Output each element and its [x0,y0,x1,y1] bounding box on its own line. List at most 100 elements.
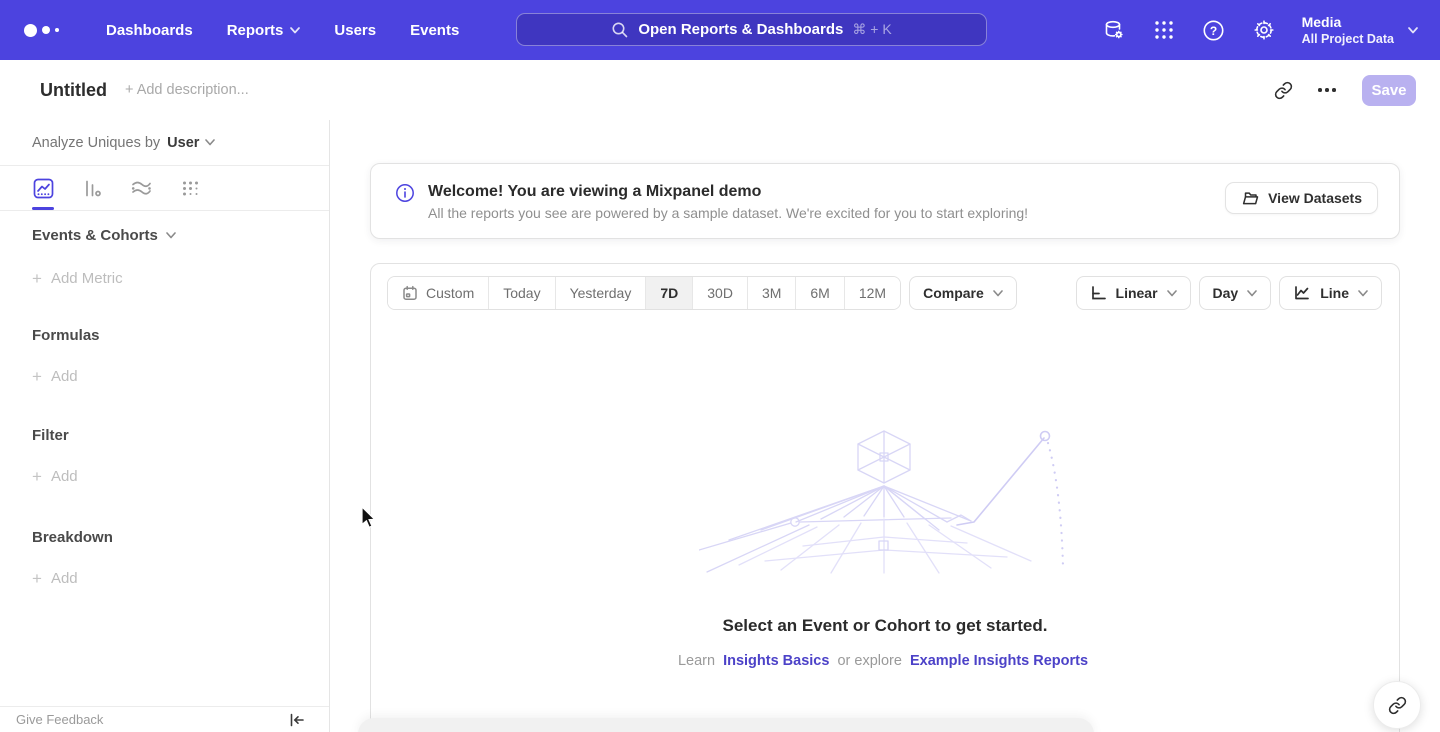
events-cohorts-label: Events & Cohorts [32,227,158,244]
range-6m-label: 6M [810,285,829,301]
line-chart-icon [1293,285,1311,301]
bottom-panel-peek [358,718,1094,732]
ellipsis-icon [1318,88,1336,92]
mixpanel-logo-icon[interactable] [24,24,59,37]
search-placeholder: Open Reports & Dashboards [638,21,843,38]
plus-icon: + [32,368,42,385]
chevron-down-icon [1408,27,1418,34]
project-name: Media [1302,14,1394,31]
calendar-icon [402,285,418,301]
learn-text: Learn [678,653,715,669]
compare-button[interactable]: Compare [909,276,1017,310]
section-breakdown: Breakdown + Add [0,529,329,587]
data-management-icon[interactable] [1102,18,1126,42]
range-12m-label: 12M [859,285,886,301]
report-title[interactable]: Untitled [40,80,107,101]
tab-retention[interactable] [179,166,201,210]
range-3m[interactable]: 3M [748,277,796,309]
more-options-button[interactable] [1310,73,1344,107]
empty-state-illustration [699,424,1071,576]
granularity-button[interactable]: Day [1199,276,1272,310]
save-button[interactable]: Save [1362,75,1416,106]
range-30d-label: 30D [707,285,733,301]
analyze-label: Analyze Uniques by [32,135,160,151]
range-30d[interactable]: 30D [693,277,748,309]
folder-icon [1241,189,1259,207]
apps-grid-icon[interactable] [1152,18,1176,42]
tab-insights[interactable] [32,166,54,210]
nav-users[interactable]: Users [321,14,389,47]
search-icon [611,21,629,39]
report-type-tabs [0,166,329,211]
mixpanel-insights-page: Dashboards Reports Users Events Open Rep… [0,0,1440,732]
banner-subtitle: All the reports you see are powered by a… [428,205,1028,221]
scale-button[interactable]: Linear [1076,276,1191,310]
project-subtitle: All Project Data [1302,31,1394,47]
top-nav: Dashboards Reports Users Events Open Rep… [0,0,1440,60]
nav-reports[interactable]: Reports [214,14,314,47]
add-metric-label: Add Metric [51,270,123,287]
add-formula-button[interactable]: + Add [32,368,329,385]
share-link-floating-button[interactable] [1373,681,1421,729]
sidebar-footer: Give Feedback [0,706,329,732]
info-icon [395,183,415,203]
analyze-value: User [167,135,199,151]
report-main: Welcome! You are viewing a Mixpanel demo… [330,120,1440,732]
nav-users-label: Users [334,22,376,39]
nav-events[interactable]: Events [397,14,472,47]
help-icon[interactable]: ? [1202,18,1226,42]
example-insights-reports-link[interactable]: Example Insights Reports [910,653,1088,669]
copy-link-button[interactable] [1266,73,1300,107]
filter-label: Filter [32,427,69,444]
or-explore-text: or explore [837,653,901,669]
banner-title: Welcome! You are viewing a Mixpanel demo [428,181,1028,202]
plus-icon: + [32,270,42,287]
tab-flows[interactable] [130,166,152,210]
insights-chart-icon [33,178,54,199]
empty-state-links: Learn Insights Basics or explore Example… [371,653,1399,669]
insights-basics-link[interactable]: Insights Basics [723,653,829,669]
axis-linear-icon [1090,285,1107,301]
tab-funnels[interactable] [81,166,103,210]
report-header: Untitled + Add description... Save [0,60,1440,120]
add-breakdown-button[interactable]: + Add [32,570,329,587]
range-6m[interactable]: 6M [796,277,844,309]
analyze-row: Analyze Uniques by User [0,120,329,166]
give-feedback-link[interactable]: Give Feedback [16,712,103,727]
collapse-sidebar-button[interactable] [289,713,305,727]
project-switcher[interactable]: Media All Project Data [1302,14,1418,47]
chart-toolbar: Custom Today Yesterday 7D 30D 3M 6M 12M … [371,264,1399,310]
search-shortcut: ⌘ + K [852,21,891,38]
add-filter-button[interactable]: + Add [32,468,329,485]
global-search-input[interactable]: Open Reports & Dashboards ⌘ + K [516,13,987,46]
section-formulas: Formulas + Add [0,327,329,385]
range-7d[interactable]: 7D [646,277,693,309]
flows-icon [130,178,152,199]
section-events-cohorts: Events & Cohorts + Add Metric [0,227,329,287]
events-cohorts-title[interactable]: Events & Cohorts [32,227,329,244]
top-nav-right: ? Media All Project Data [1102,0,1418,60]
chevron-down-icon [1167,290,1177,297]
empty-state: Select an Event or Cohort to get started… [371,424,1399,669]
analyze-value-dropdown[interactable]: User [167,135,215,151]
svg-text:?: ? [1210,23,1217,37]
add-metric-button[interactable]: + Add Metric [32,270,329,287]
nav-dashboards[interactable]: Dashboards [93,14,206,47]
view-datasets-button[interactable]: View Datasets [1225,182,1378,214]
chart-type-button[interactable]: Line [1279,276,1382,310]
range-custom-label: Custom [426,285,474,301]
link-icon [1274,81,1293,100]
range-today[interactable]: Today [489,277,555,309]
add-breakdown-label: Add [51,570,78,587]
add-filter-label: Add [51,468,78,485]
primary-nav: Dashboards Reports Users Events [93,14,472,47]
retention-dots-icon [180,178,201,199]
compare-label: Compare [923,285,984,301]
chevron-down-icon [166,232,176,239]
range-custom[interactable]: Custom [388,277,489,309]
settings-gear-icon[interactable] [1252,18,1276,42]
formulas-label: Formulas [32,327,100,344]
range-yesterday[interactable]: Yesterday [556,277,647,309]
range-12m[interactable]: 12M [845,277,900,309]
report-description-placeholder[interactable]: + Add description... [125,82,249,98]
